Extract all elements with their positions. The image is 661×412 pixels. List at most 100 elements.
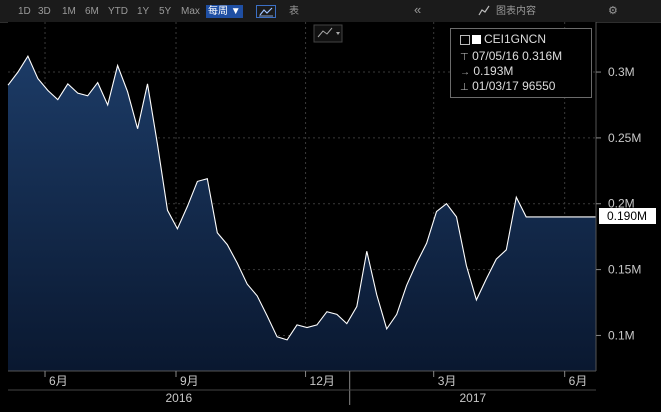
legend-high-value: 07/05/16 0.316M [472,49,563,63]
data-point [166,209,169,212]
chart-toolbar: 1D 3D 1M 6M YTD 1Y 5Y Max 每周 ▼ 表 « 图表内容 … [0,0,661,23]
data-point [66,82,69,85]
data-point [445,202,448,205]
data-point [495,258,498,261]
data-point [345,322,348,325]
data-point [156,143,159,146]
range-6m-button[interactable]: 6M [83,5,101,18]
data-point [106,103,109,106]
range-1m-button[interactable]: 1M [60,5,78,18]
legend-ticker: CEI1GNCN [484,32,547,46]
x-month-label: 6月 [49,374,68,388]
chart-content-button[interactable]: 图表内容 [494,5,538,18]
legend-high-row: ⊤ 07/05/16 0.316M [460,49,562,63]
data-point [355,305,358,308]
data-point [425,242,428,245]
data-point [16,71,19,74]
legend-swatch [472,35,481,45]
range-ytd-button[interactable]: YTD [106,5,130,18]
data-point [325,310,328,313]
data-point [36,77,39,80]
line-chart-icon-glyph [259,7,273,17]
last-value-label: 0.190M [607,209,647,223]
high-marker-icon: ⊤ [460,52,469,63]
data-point [196,180,199,183]
data-point [485,277,488,280]
x-month-label: 9月 [180,374,199,388]
data-point [186,205,189,208]
data-point [455,215,458,218]
legend-current-value: 0.193M [473,64,514,78]
data-point [226,243,229,246]
data-point [46,89,49,92]
data-point [535,215,538,218]
y-tick-label: 0.25M [608,131,641,145]
range-5y-button[interactable]: 5Y [157,5,173,18]
x-month-label: 12月 [310,374,335,388]
data-point [216,231,219,234]
data-point [176,227,179,230]
data-point [515,196,518,199]
data-point [206,177,209,180]
data-point [246,283,249,286]
data-point [475,298,478,301]
data-point [96,81,99,84]
range-1y-button[interactable]: 1Y [135,5,151,18]
data-point [465,264,468,267]
legend-low-value: 01/03/17 96550 [472,79,556,93]
legend-ticker-row: CEI1GNCN [460,32,546,46]
legend-toggle-icon[interactable] [460,34,470,45]
legend-tooltip: CEI1GNCN ⊤ 07/05/16 0.316M → 0.193M ⊥ 01… [450,28,592,98]
data-point [565,215,568,218]
data-point [286,338,289,341]
frequency-dropdown[interactable]: 每周 ▼ [206,5,243,18]
x-year-label: 2016 [165,391,192,405]
data-point [315,323,318,326]
low-marker-icon: ⊥ [460,82,469,93]
data-point [296,323,299,326]
data-point [585,215,588,218]
data-point [395,313,398,316]
data-point [256,294,259,297]
range-1d-button[interactable]: 1D [16,5,33,18]
data-point [276,335,279,338]
table-view-button[interactable]: 表 [287,5,301,18]
data-point [555,215,558,218]
y-tick-label: 0.1M [608,328,635,342]
data-point [545,215,548,218]
data-point [525,215,528,218]
y-axis: 0.1M0.15M0.2M0.25M0.3M [596,65,641,342]
line-chart-icon[interactable] [256,5,276,18]
y-tick-label: 0.3M [608,65,635,79]
data-point [76,92,79,95]
legend-current-row: → 0.193M [460,64,513,78]
range-3d-button[interactable]: 3D [36,5,53,18]
x-month-label: 6月 [569,374,588,388]
data-point [305,326,308,329]
x-month-label: 3月 [438,374,457,388]
data-point [7,84,10,87]
data-point [375,293,378,296]
x-year-label: 2017 [459,391,486,405]
data-point [26,55,29,58]
data-point [146,82,149,85]
collapse-icon[interactable]: « [412,3,423,16]
data-point [505,248,508,251]
data-point [415,262,418,265]
range-max-button[interactable]: Max [179,5,202,18]
data-point [86,94,89,97]
data-point [126,90,129,93]
chart-content-icon-glyph [478,5,490,16]
settings-gear-icon[interactable]: ⚙ [606,5,620,18]
data-point [266,314,269,317]
data-point [236,262,239,265]
data-point [435,210,438,213]
chart-content-icon[interactable] [478,5,490,18]
data-point [56,98,59,101]
data-point [116,64,119,67]
data-point [385,327,388,330]
data-point [405,284,408,287]
current-marker-icon: → [460,67,470,78]
data-point [575,215,578,218]
legend-low-row: ⊥ 01/03/17 96550 [460,79,555,93]
